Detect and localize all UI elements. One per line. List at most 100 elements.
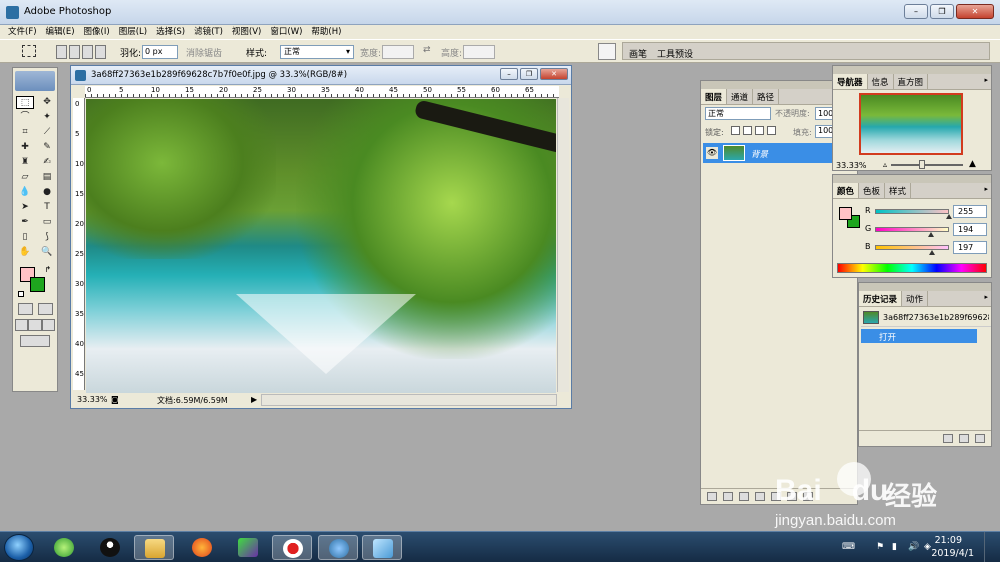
tab-navigator[interactable]: 导航器 [833,74,868,89]
navigator-preview[interactable] [859,93,963,155]
eye-icon[interactable]: 👁 [706,147,718,159]
hand-tool-icon[interactable]: ✋ [16,246,34,259]
minimize-button[interactable]: – [904,4,928,19]
feather-logo-icon[interactable] [15,71,55,91]
history-panel-menu-icon[interactable]: ▸ [984,293,988,301]
blend-mode-select[interactable]: 正常 [705,107,771,120]
volume-icon[interactable]: 🔊 [908,542,919,552]
tab-layers[interactable]: 图层 [701,89,728,104]
default-colors-icon[interactable] [18,291,24,297]
doc-maximize-button[interactable]: ❐ [520,68,538,80]
type-tool-icon[interactable]: T [38,201,56,214]
sync-icon[interactable]: ◈ [924,542,931,552]
red-slider-handle[interactable] [946,214,952,219]
menu-view[interactable]: 视图(V) [232,25,261,39]
quick-mask-mode-icon[interactable] [37,303,53,315]
healing-brush-tool-icon[interactable]: ✚ [16,141,34,154]
maximize-button[interactable]: ❐ [930,4,954,19]
lasso-tool-icon[interactable]: ⌒ [16,111,34,124]
pen-tool-icon[interactable]: ✒ [16,216,34,229]
doc-close-button[interactable]: ✕ [540,68,568,80]
history-state-open[interactable]: 打开 [861,329,977,343]
zoom-slider-handle[interactable] [919,160,925,169]
blue-value-input[interactable]: 197 [953,241,987,254]
tab-actions[interactable]: 动作 [902,291,929,306]
clock-date[interactable]: 2019/4/1 [931,548,974,559]
doc-minimize-button[interactable]: – [500,68,518,80]
lock-image-icon[interactable] [743,126,752,135]
vertical-scrollbar[interactable] [557,98,569,392]
taskbar-app-360[interactable] [44,535,84,560]
tab-paths[interactable]: 路径 [753,89,780,104]
navigator-zoom[interactable]: 33.33% [836,161,867,170]
network-icon[interactable]: ▮ [892,542,897,552]
navigator-panel-header[interactable] [833,66,991,74]
style-select[interactable]: 正常 [280,45,354,59]
status-arrow-icon[interactable]: ▶ [251,395,257,404]
width-input[interactable] [382,45,414,59]
notes-tool-icon[interactable]: ▯ [16,231,34,244]
new-selection-icon[interactable] [56,45,67,59]
adjustment-layer-icon[interactable] [755,492,765,501]
shape-tool-icon[interactable]: ▭ [38,216,56,229]
start-button[interactable] [4,534,34,561]
color-panel-header[interactable] [833,175,991,183]
document-titlebar[interactable]: 3a68ff27363e1b289f69628c7b7f0e0f.jpg @ 3… [71,66,571,85]
green-value-input[interactable]: 194 [953,223,987,236]
tab-channels[interactable]: 通道 [727,89,754,104]
antialias-checkbox[interactable]: 消除锯齿 [186,46,222,59]
menu-image[interactable]: 图像(I) [84,25,110,39]
feather-input[interactable]: 0 px [142,45,178,59]
lock-position-icon[interactable] [755,126,764,135]
flag-icon[interactable]: ⚑ [876,542,884,552]
tab-styles[interactable]: 样式 [885,183,912,198]
background-color-swatch[interactable] [30,277,45,292]
new-document-from-state-icon[interactable] [943,434,953,443]
keyboard-icon[interactable]: ⌨ [842,542,855,552]
color-panel-menu-icon[interactable]: ▸ [984,185,988,193]
lock-all-icon[interactable] [767,126,776,135]
delete-state-icon[interactable] [975,434,985,443]
navigator-zoom-slider[interactable] [891,160,963,169]
jump-to-imageready-icon[interactable] [20,335,50,347]
add-selection-icon[interactable] [69,45,80,59]
rect-marquee-preset-icon[interactable] [22,45,36,57]
crop-tool-icon[interactable]: ⌗ [16,126,34,139]
well-tab-tool-presets[interactable]: 工具预设 [657,47,693,60]
menu-help[interactable]: 帮助(H) [311,25,341,39]
taskbar-app-firefox[interactable] [182,535,222,560]
status-menu-icon[interactable]: ◙ [111,395,119,404]
lock-transparent-icon[interactable] [731,126,740,135]
tab-history[interactable]: 历史记录 [859,291,903,306]
red-slider[interactable] [875,209,949,214]
tab-swatches[interactable]: 色板 [859,183,886,198]
menu-file[interactable]: 文件(F) [8,25,37,39]
link-layers-icon[interactable] [707,492,717,501]
menu-filter[interactable]: 滤镜(T) [194,25,223,39]
horizontal-scrollbar[interactable] [261,394,557,406]
close-button[interactable]: ✕ [956,4,994,19]
taskbar-app-explorer[interactable] [134,535,174,560]
vertical-ruler[interactable]: 0 5 10 15 20 25 30 35 40 45 [73,98,85,390]
menu-edit[interactable]: 编辑(E) [46,25,75,39]
tab-color[interactable]: 颜色 [833,183,860,198]
layer-mask-icon[interactable] [739,492,749,501]
height-input[interactable] [463,45,495,59]
dodge-tool-icon[interactable]: ● [38,186,56,199]
gradient-tool-icon[interactable]: ▤ [38,171,56,184]
panel-foreground-swatch[interactable] [839,207,852,220]
clone-stamp-tool-icon[interactable]: ♜ [16,156,34,169]
magic-wand-tool-icon[interactable]: ✦ [38,111,56,124]
eraser-tool-icon[interactable]: ▱ [16,171,34,184]
history-brush-tool-icon[interactable]: ✍ [38,156,56,169]
clock-time[interactable]: 21:09 [935,535,962,546]
menu-layer[interactable]: 图层(L) [119,25,147,39]
zoom-level[interactable]: 33.33% [77,395,108,404]
well-tab-brushes[interactable]: 画笔 [629,47,647,60]
brush-tool-icon[interactable]: ✎ [38,141,56,154]
image-canvas[interactable] [86,99,556,393]
swap-dimensions-icon[interactable]: ⇄ [423,45,431,55]
taskbar-app-photoshop[interactable] [318,535,358,560]
standard-screen-mode-icon[interactable] [15,319,29,331]
menu-window[interactable]: 窗口(W) [270,25,302,39]
